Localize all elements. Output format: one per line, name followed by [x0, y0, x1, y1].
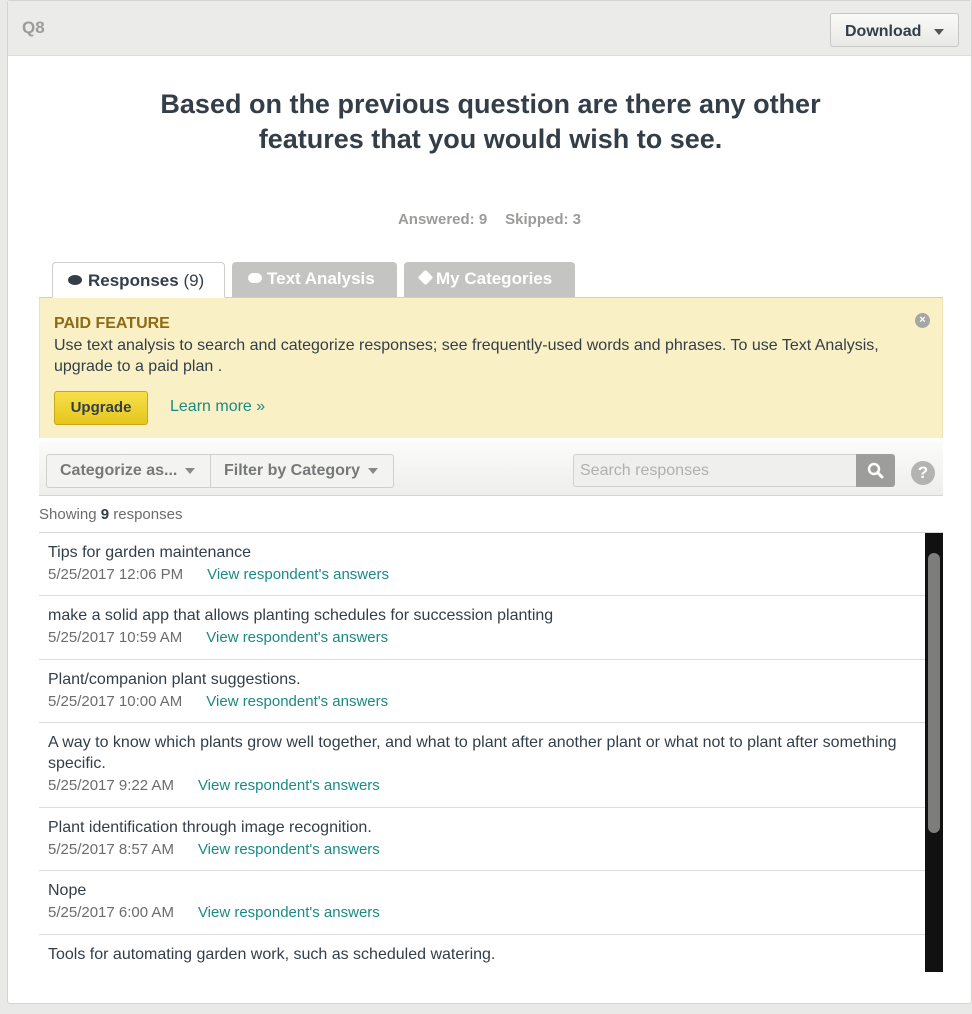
view-answers-link[interactable]: View respondent's answers [198, 777, 380, 794]
view-answers-link[interactable]: View respondent's answers [198, 841, 380, 858]
cloud-icon [248, 273, 262, 283]
scrollbar-thumb[interactable] [928, 553, 940, 833]
response-meta: 5/25/2017 8:57 AM View respondent's answe… [48, 841, 925, 859]
tab-text-analysis-label: Text Analysis [267, 269, 375, 288]
response-list: Tips for garden maintenance 5/25/2017 12… [39, 532, 943, 972]
tag-icon [417, 269, 434, 286]
tab-responses[interactable]: Responses (9) [52, 262, 225, 298]
response-row: A way to know which plants grow well tog… [39, 723, 925, 808]
view-answers-link[interactable]: View respondent's answers [198, 904, 380, 921]
speech-bubble-icon [68, 275, 82, 285]
paid-feature-text: Use text analysis to search and categori… [54, 337, 879, 375]
learn-more-link[interactable]: Learn more » [170, 398, 265, 416]
answered-count: Answered: 9 [397, 211, 488, 228]
response-text: make a solid app that allows planting sc… [48, 607, 554, 624]
categorize-as-dropdown[interactable]: Categorize as... [46, 454, 211, 488]
search-icon [867, 462, 884, 479]
help-icon[interactable]: ? [911, 461, 935, 485]
response-text: Tools for automating garden work, such a… [48, 946, 496, 963]
response-row: Plant identification through image recog… [39, 808, 925, 871]
tab-my-categories-label: My Categories [436, 269, 553, 288]
response-date: 5/25/2017 6:00 AM [48, 904, 174, 921]
response-date: 5/25/2017 8:57 AM [48, 841, 174, 858]
response-text: Tips for garden maintenance [48, 544, 252, 561]
response-meta: 5/25/2017 10:59 AM View respondent's answ… [48, 629, 925, 647]
chevron-down-icon [185, 467, 196, 474]
download-button[interactable]: Download [830, 13, 959, 47]
question-card: Q8 Download Based on the previous questi… [7, 0, 972, 1004]
chevron-down-icon [368, 467, 379, 474]
tab-text-analysis[interactable]: Text Analysis [232, 262, 397, 298]
view-answers-link[interactable]: View respondent's answers [206, 629, 388, 646]
response-date: 5/25/2017 9:22 AM [48, 777, 174, 794]
response-row: Plant/companion plant suggestions. 5/25/… [39, 660, 925, 723]
search-button[interactable] [856, 454, 895, 487]
response-meta [48, 968, 925, 972]
response-row: Nope 5/25/2017 6:00 AM View respondent's … [39, 871, 925, 935]
search-input[interactable] [573, 454, 858, 487]
tab-my-categories[interactable]: My Categories [404, 262, 575, 298]
response-text: Nope [48, 882, 87, 899]
view-answers-link[interactable]: View respondent's answers [206, 693, 388, 710]
response-row: Tools for automating garden work, such a… [39, 935, 925, 972]
close-icon[interactable]: × [915, 313, 930, 328]
upgrade-button[interactable]: Upgrade [54, 391, 148, 425]
response-date: 5/25/2017 12:06 PM [48, 566, 184, 583]
response-text: Plant identification through image recog… [48, 819, 372, 836]
response-meta: 5/25/2017 6:00 AM View respondent's answe… [48, 904, 925, 922]
response-toolbar: Categorize as... Filter by Category ? [39, 442, 943, 496]
showing-number: 9 [100, 506, 110, 523]
paid-feature-title: PAID FEATURE [54, 315, 170, 332]
paid-feature-banner: PAID FEATURE Use text analysis to search… [39, 298, 943, 438]
showing-prefix: Showing [39, 506, 97, 523]
response-meta: 5/25/2017 12:06 PM View respondent's answ… [48, 566, 925, 584]
tab-responses-count: (9) [183, 271, 205, 290]
view-answers-link[interactable]: View respondent's answers [207, 566, 389, 583]
response-row: Tips for garden maintenance 5/25/2017 12… [39, 533, 925, 596]
skipped-count: Skipped: 3 [505, 211, 582, 228]
card-header: Q8 Download [8, 1, 971, 56]
categorize-as-label: Categorize as... [60, 462, 178, 479]
question-number: Q8 [22, 18, 45, 37]
response-text: Plant/companion plant suggestions. [48, 671, 301, 688]
response-date: 5/25/2017 10:00 AM [48, 693, 183, 710]
filter-by-category-label: Filter by Category [224, 462, 361, 479]
scrollbar[interactable] [925, 533, 943, 972]
chevron-down-icon [934, 29, 944, 35]
tab-responses-label: Responses [88, 271, 179, 290]
filter-by-category-dropdown[interactable]: Filter by Category [210, 454, 394, 488]
response-text: A way to know which plants grow well tog… [48, 734, 897, 772]
response-meta: 5/25/2017 9:22 AM View respondent's answe… [48, 777, 925, 795]
question-title: Based on the previous question are there… [160, 89, 821, 154]
response-row: make a solid app that allows planting sc… [39, 596, 925, 660]
download-label: Download [845, 23, 922, 40]
answer-stats: Answered: 9 Skipped: 3 [8, 211, 971, 228]
response-date: 5/25/2017 10:59 AM [48, 629, 183, 646]
showing-suffix: responses [113, 506, 183, 523]
showing-count: Showing 9 responses [39, 506, 182, 523]
response-meta: 5/25/2017 10:00 AM View respondent's answ… [48, 693, 925, 711]
